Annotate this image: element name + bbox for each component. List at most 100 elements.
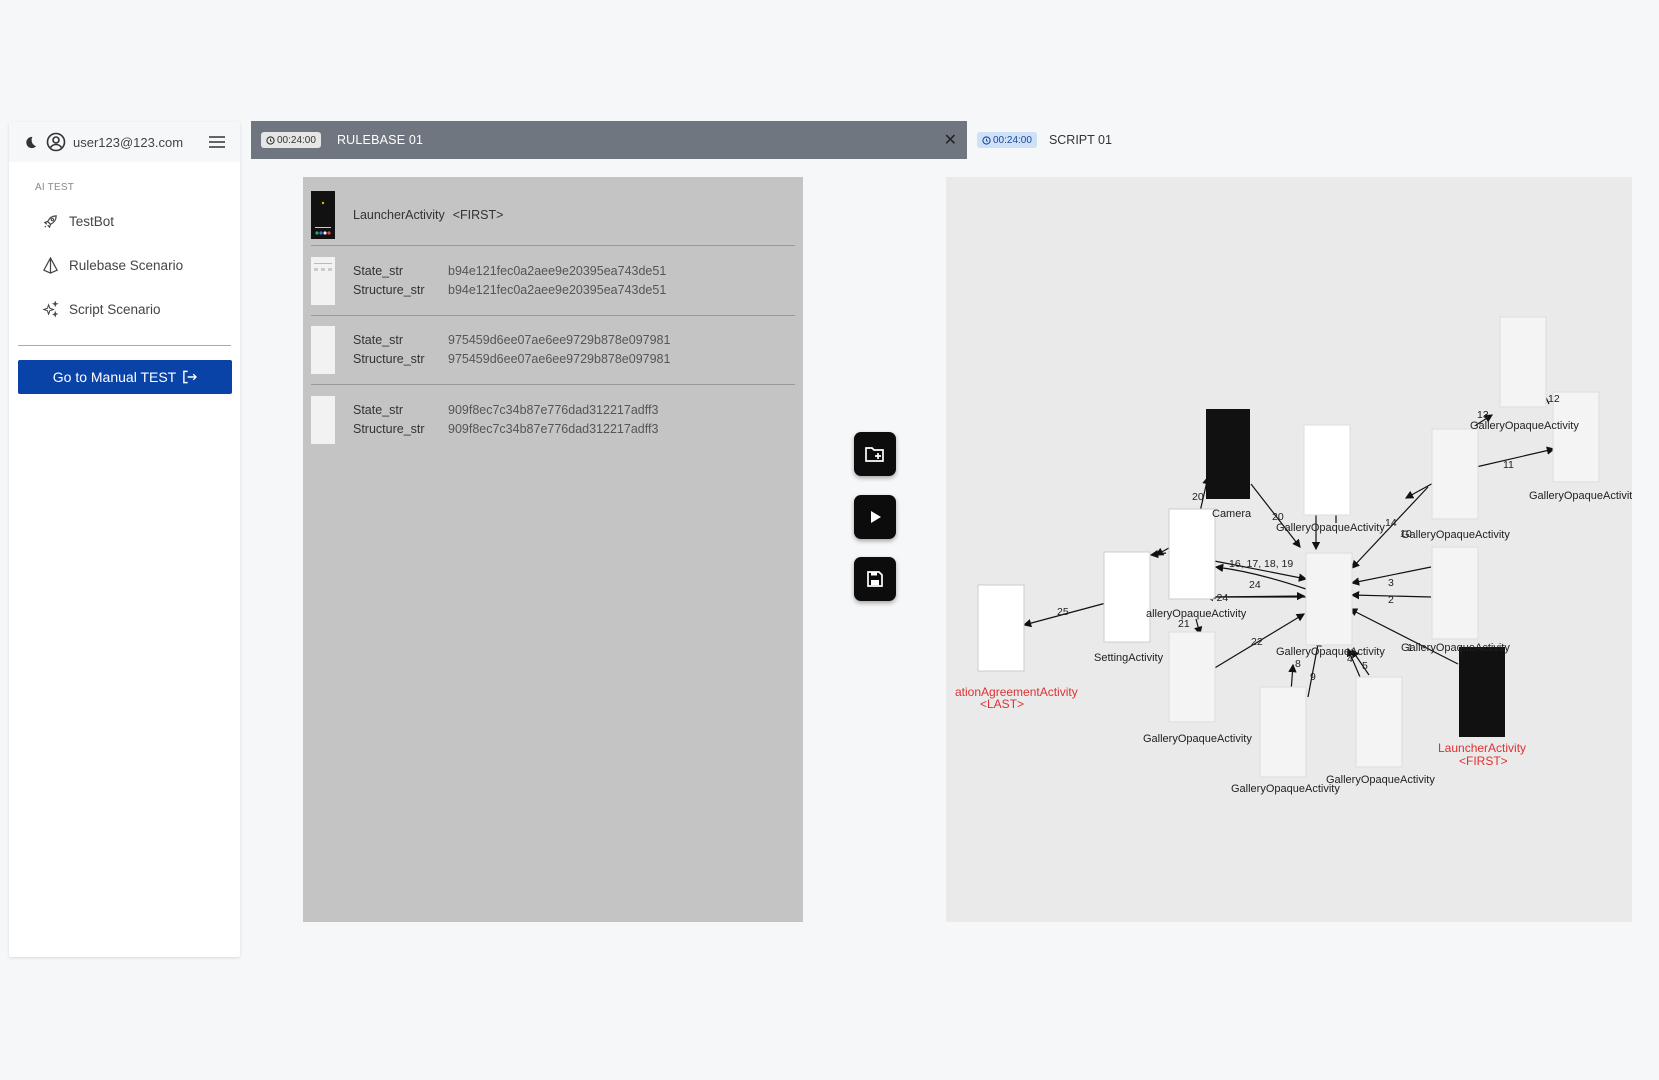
structure-key: Structure_str — [353, 421, 425, 436]
node-label-gallery: GalleryOpaqueActivity — [1326, 774, 1435, 786]
node-label-gallery: GalleryOpaqueActivity — [1401, 529, 1510, 541]
tab-rulebase[interactable]: 00:24:00 RULEBASE 01 ✕ — [251, 121, 967, 159]
sidebar-item-label: TestBot — [69, 213, 115, 229]
activity-tag: <FIRST> — [452, 208, 504, 222]
structure-key: Structure_str — [353, 352, 425, 366]
edge-label: 1 — [1407, 642, 1413, 654]
screen-thumbnail — [311, 395, 335, 444]
sidebar-divider — [18, 345, 231, 346]
edge-label: 13 — [1477, 409, 1489, 421]
node-label-gallery: GalleryOpaqueActivity — [1276, 646, 1385, 658]
node-label-gallery: GalleryOpaqueActivity — [1470, 420, 1579, 432]
node-label-last-tag: <LAST> — [980, 697, 1024, 711]
screen-thumbnail — [311, 257, 335, 305]
edge-label: 20 — [1272, 511, 1284, 523]
save-button[interactable] — [854, 557, 896, 601]
list-item[interactable]: State_str 909f8ec7c34b87e776dad312217adff… — [311, 385, 795, 454]
edge-label: 12 — [1548, 393, 1560, 405]
state-info: State_str 975459d6ee07ae6ee9729b878e09798… — [353, 331, 670, 369]
moon-icon[interactable] — [21, 133, 39, 151]
play-button[interactable] — [854, 495, 896, 539]
hamburger-menu-icon[interactable] — [206, 131, 228, 153]
edge-label: 20 — [1192, 491, 1204, 503]
edge-label: 21 — [1178, 618, 1190, 630]
list-item[interactable]: State_str b94e121fec0a2aee9e20395ea743de5… — [311, 247, 795, 316]
tab-timer: 00:24:00 — [977, 132, 1037, 148]
state-list-panel: LauncherActivity <FIRST> State_str b94e12… — [303, 177, 803, 922]
sidebar-item-testbot[interactable]: TestBot — [9, 199, 240, 243]
edge-label: 10 — [1400, 528, 1412, 540]
section-label: AI TEST — [35, 182, 75, 193]
structure-key: Structure_str — [353, 283, 425, 297]
sparkles-icon — [41, 300, 59, 318]
edge-label: -24 — [1213, 592, 1228, 604]
edge-label: 16, 17, 18, 19 — [1229, 558, 1293, 570]
state-graph-canvas[interactable]: ationAgreementActivity <LAST> SettingAct… — [946, 177, 1632, 922]
structure-value: 909f8ec7c34b87e776dad312217adff3 — [448, 421, 659, 436]
state-value: 975459d6ee07ae6ee9729b878e097981 — [448, 333, 671, 347]
sidebar-header: user123@123.com — [9, 122, 240, 162]
sidebar-item-script[interactable]: Script Scenario — [9, 287, 240, 331]
node-label-gallery: GalleryOpaqueActivit — [1529, 490, 1632, 502]
sidebar-item-rulebase[interactable]: Rulebase Scenario — [9, 243, 240, 287]
tab-timer: 00:24:00 — [261, 132, 321, 148]
structure-value: 975459d6ee07ae6ee9729b878e097981 — [448, 352, 671, 366]
save-icon — [867, 571, 883, 587]
list-item[interactable]: State_str 975459d6ee07ae6ee9729b878e09798… — [311, 316, 795, 385]
state-key: State_str — [353, 264, 404, 278]
state-info: State_str b94e121fec0a2aee9e20395ea743de5… — [353, 262, 666, 300]
sidebar-item-label: Rulebase Scenario — [69, 257, 184, 273]
timer-text: 00:24:00 — [993, 134, 1032, 146]
edge-label: 3 — [1388, 577, 1394, 589]
node-label-launcher: LauncherActivity — [1438, 741, 1526, 755]
sidebar-item-label: Script Scenario — [69, 301, 161, 317]
tab-title: RULEBASE 01 — [336, 133, 424, 147]
folder-plus-icon — [865, 447, 884, 462]
edge-label: 8 — [1295, 658, 1301, 670]
play-icon — [871, 511, 881, 523]
node-label-setting: SettingActivity — [1094, 652, 1164, 664]
sidebar: user123@123.com AI TEST TestBot Rulebase… — [9, 122, 240, 957]
edge-label: 4 — [1347, 653, 1353, 665]
add-folder-button[interactable] — [854, 432, 896, 476]
timer-icon — [266, 135, 275, 145]
state-info: State_str 909f8ec7c34b87e776dad312217adff… — [353, 401, 658, 439]
graph-nodes — [977, 316, 1600, 778]
timer-icon — [982, 135, 991, 145]
node-label-camera: Camera — [1212, 508, 1252, 520]
node-label-gallery: GalleryOpaqueActivity — [1276, 522, 1385, 534]
state-value: b94e121fec0a2aee9e20395ea743de51 — [448, 264, 667, 278]
edge-label: 5 — [1362, 660, 1368, 672]
edge-label: 14 — [1385, 517, 1397, 529]
user-icon[interactable] — [45, 131, 67, 153]
node-label-gallery: GalleryOpaqueActivity — [1143, 733, 1252, 745]
list-item-first[interactable]: LauncherActivity <FIRST> — [311, 185, 795, 246]
state-key: State_str — [353, 402, 404, 417]
state-value: 909f8ec7c34b87e776dad312217adff3 — [448, 402, 659, 417]
tab-title: SCRIPT 01 — [1048, 133, 1112, 147]
exit-icon — [182, 370, 198, 384]
activity-name: LauncherActivity — [353, 208, 445, 222]
node-label-gallery: alleryOpaqueActivity — [1146, 608, 1247, 620]
state-key: State_str — [353, 333, 404, 347]
manual-button-label: Go to Manual TEST — [52, 369, 177, 385]
screen-thumbnail — [311, 326, 335, 374]
edge-label: 11 — [1503, 459, 1514, 471]
edge-label: 9 — [1310, 671, 1316, 683]
tab-script[interactable]: 00:24:00 SCRIPT 01 — [977, 121, 1112, 159]
node-label-gallery: GalleryOpaqueActivity — [1231, 783, 1340, 795]
node-label-gallery: GalleryOpaqueActivity — [1401, 642, 1510, 654]
edge-label: 2 — [1388, 594, 1394, 606]
node-label-first-tag: <FIRST> — [1459, 754, 1508, 768]
cone-icon — [41, 256, 59, 274]
edge-label: 24 — [1249, 579, 1261, 591]
edge-label: 25 — [1057, 606, 1069, 618]
structure-value: b94e121fec0a2aee9e20395ea743de51 — [448, 283, 667, 297]
user-email: user123@123.com — [73, 134, 184, 150]
close-icon[interactable]: ✕ — [944, 130, 957, 150]
timer-text: 00:24:00 — [277, 134, 316, 146]
edge-label: 22 — [1251, 636, 1263, 648]
go-to-manual-test-button[interactable]: Go to Manual TEST — [18, 360, 232, 394]
rocket-icon — [41, 212, 59, 230]
screen-thumbnail — [311, 191, 335, 239]
